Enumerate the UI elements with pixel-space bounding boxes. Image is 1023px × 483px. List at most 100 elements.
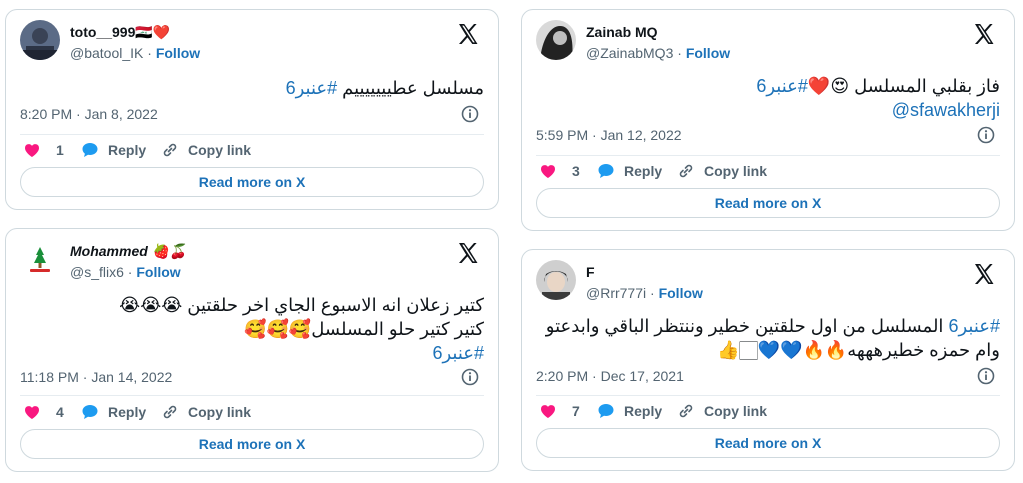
copy-link-label: Copy link <box>704 403 768 419</box>
info-icon[interactable] <box>976 366 996 386</box>
reply-label: Reply <box>624 403 663 419</box>
reply-button[interactable]: Reply <box>80 402 146 422</box>
avatar[interactable] <box>20 239 60 279</box>
copy-link-button[interactable]: Copy link <box>676 161 767 181</box>
tweet-text-line: وام حمزه خطيرهههه🔥🔥💙💙🏻👍 <box>717 340 1000 360</box>
tweet-meta: 11:18 PM · Jan 14, 2022 <box>20 367 484 387</box>
divider <box>20 395 484 396</box>
handle-row: @ZainabMQ3 · Follow <box>586 45 731 61</box>
reply-button[interactable]: Reply <box>80 140 146 160</box>
info-icon[interactable] <box>460 104 480 124</box>
link-icon <box>679 404 693 418</box>
tweet-header: F @Rrr777i · Follow <box>536 260 1000 308</box>
follow-button[interactable]: Follow <box>136 264 180 280</box>
tweet-header: Mohammed 🍓🍒 @s_flix6 · Follow <box>20 239 484 287</box>
like-button[interactable]: 7 <box>538 401 580 421</box>
timestamp[interactable]: 11:18 PM · Jan 14, 2022 <box>20 369 172 385</box>
tweet-text-line: كتير كتير حلو المسلسل🥰🥰🥰 <box>244 319 484 339</box>
copy-link-label: Copy link <box>188 404 252 420</box>
reply-bubble-icon <box>598 404 614 418</box>
read-more-button[interactable]: Read more on X <box>20 167 484 197</box>
tweet-text-content: مسلسل عطيييييييم <box>337 78 484 98</box>
tweet-card: Zainab MQ @ZainabMQ3 · Follow فاز بقلبي … <box>521 9 1015 231</box>
author-handle[interactable]: @Rrr777i <box>586 285 646 301</box>
author-name[interactable]: Mohammed 🍓🍒 <box>70 243 187 260</box>
author-handle[interactable]: @ZainabMQ3 <box>586 45 673 61</box>
avatar[interactable] <box>536 260 576 300</box>
tweet-text: كتير زعلان انه الاسبوع الجاي اخر حلقتين … <box>20 293 484 365</box>
reply-button[interactable]: Reply <box>596 161 662 181</box>
tweet-text: #عنبر6 المسلسل من اول حلقتين خطير وننتظر… <box>536 314 1000 362</box>
author-handle[interactable]: @batool_IK <box>70 45 143 61</box>
hashtag-link[interactable]: #عنبر6 <box>756 76 808 96</box>
read-more-button[interactable]: Read more on X <box>20 429 484 459</box>
heart-icon <box>24 144 40 157</box>
timestamp[interactable]: 5:59 PM · Jan 12, 2022 <box>536 127 682 143</box>
reply-label: Reply <box>624 163 663 179</box>
tweet-meta: 8:20 PM · Jan 8, 2022 <box>20 104 484 124</box>
tweet-card: F @Rrr777i · Follow #عنبر6 المسلسل من او… <box>521 249 1015 471</box>
link-icon <box>163 405 177 419</box>
tweet-text-line: كتير زعلان انه الاسبوع الجاي اخر حلقتين … <box>119 295 484 315</box>
reply-bubble-icon <box>82 405 98 419</box>
hashtag-link[interactable]: #عنبر6 <box>286 78 338 98</box>
like-count: 4 <box>56 404 64 420</box>
copy-link-label: Copy link <box>704 163 768 179</box>
reply-label: Reply <box>108 142 147 158</box>
like-count: 1 <box>56 142 64 158</box>
tweet-meta: 2:20 PM · Dec 17, 2021 <box>536 366 1000 386</box>
tweet-header: Zainab MQ @ZainabMQ3 · Follow <box>536 20 1000 68</box>
handle-row: @Rrr777i · Follow <box>586 285 703 301</box>
heart-icon <box>24 406 40 419</box>
x-logo-icon[interactable] <box>456 241 480 265</box>
follow-button[interactable]: Follow <box>156 45 200 61</box>
heart-icon <box>540 165 556 178</box>
x-logo-icon[interactable] <box>972 262 996 286</box>
copy-link-label: Copy link <box>188 142 252 158</box>
hashtag-link[interactable]: #عنبر6 <box>20 341 484 365</box>
tweet-card: Mohammed 🍓🍒 @s_flix6 · Follow كتير زعلان… <box>5 228 499 472</box>
read-more-button[interactable]: Read more on X <box>536 428 1000 458</box>
like-count: 7 <box>572 403 580 419</box>
tweet-meta: 5:59 PM · Jan 12, 2022 <box>536 125 1000 145</box>
follow-button[interactable]: Follow <box>659 285 703 301</box>
handle-row: @s_flix6 · Follow <box>70 264 181 280</box>
like-button[interactable]: 1 <box>22 140 64 160</box>
author-name[interactable]: F <box>586 264 595 280</box>
like-button[interactable]: 3 <box>538 161 580 181</box>
reply-bubble-icon <box>598 164 614 178</box>
copy-link-button[interactable]: Copy link <box>160 140 251 160</box>
like-count: 3 <box>572 163 580 179</box>
mention-link[interactable]: @sfawakherji <box>892 98 1000 122</box>
tweet-text: فاز بقلبي المسلسل 😍❤️#عنبر6 @sfawakherji <box>536 74 1000 122</box>
author-name[interactable]: toto__999🇮🇶❤️ <box>70 24 170 41</box>
reply-button[interactable]: Reply <box>596 401 662 421</box>
author-name[interactable]: Zainab MQ <box>586 24 658 40</box>
author-handle[interactable]: @s_flix6 <box>70 264 124 280</box>
info-icon[interactable] <box>460 367 480 387</box>
follow-button[interactable]: Follow <box>686 45 730 61</box>
x-logo-icon[interactable] <box>972 22 996 46</box>
x-logo-icon[interactable] <box>456 22 480 46</box>
copy-link-button[interactable]: Copy link <box>160 402 251 422</box>
divider <box>536 155 1000 156</box>
tweet-text-content: فاز بقلبي المسلسل 😍❤️ <box>807 76 1000 96</box>
link-icon <box>163 143 177 157</box>
tweet-header: toto__999🇮🇶❤️ @batool_IK · Follow <box>20 20 484 68</box>
reply-bubble-icon <box>82 143 98 157</box>
timestamp[interactable]: 8:20 PM · Jan 8, 2022 <box>20 106 158 122</box>
divider <box>20 134 484 135</box>
timestamp[interactable]: 2:20 PM · Dec 17, 2021 <box>536 368 684 384</box>
hashtag-link[interactable]: #عنبر6 <box>948 316 1000 336</box>
like-button[interactable]: 4 <box>22 402 64 422</box>
reply-label: Reply <box>108 404 147 420</box>
copy-link-button[interactable]: Copy link <box>676 401 767 421</box>
avatar[interactable] <box>536 20 576 60</box>
tweet-text: مسلسل عطيييييييم #عنبر6 <box>20 76 484 100</box>
heart-icon <box>540 405 556 418</box>
handle-row: @batool_IK · Follow <box>70 45 201 61</box>
divider <box>536 395 1000 396</box>
info-icon[interactable] <box>976 125 996 145</box>
read-more-button[interactable]: Read more on X <box>536 188 1000 218</box>
avatar[interactable] <box>20 20 60 60</box>
